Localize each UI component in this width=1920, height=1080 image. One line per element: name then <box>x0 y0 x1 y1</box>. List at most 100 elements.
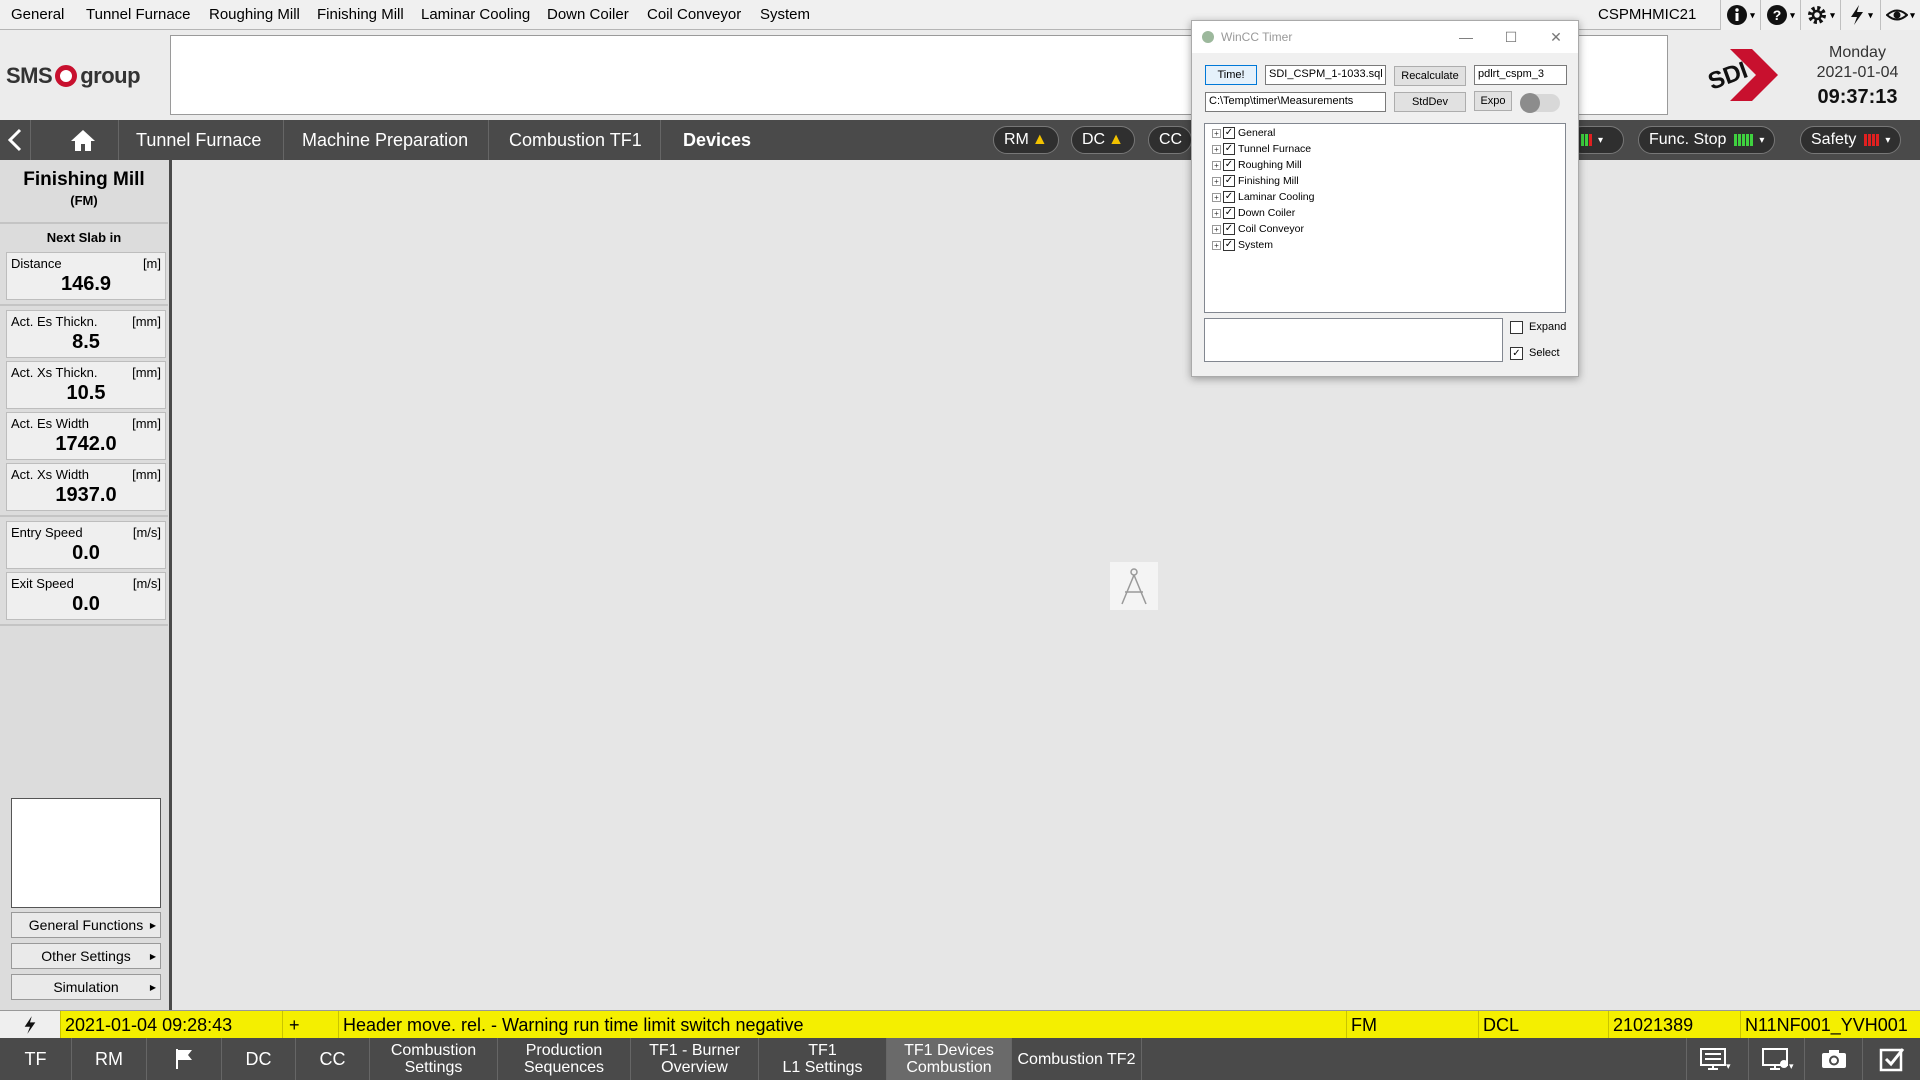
time-button[interactable]: Time! <box>1205 65 1257 85</box>
toggle-switch[interactable] <box>1520 93 1560 113</box>
alarm-unit: DCL <box>1478 1011 1608 1039</box>
cc-status-pill[interactable]: CC <box>1148 126 1192 154</box>
menu-item-system[interactable]: System <box>760 6 810 23</box>
menu-item-coil-conveyor[interactable]: Coil Conveyor <box>647 6 741 23</box>
wincc-timer-dialog: WinCC Timer — ☐ ✕ Time! SDI_CSPM_1-1033.… <box>1191 20 1579 377</box>
nav-production-sequences[interactable]: Production Sequences <box>498 1038 631 1080</box>
camera-icon[interactable] <box>1804 1038 1862 1080</box>
maximize-icon[interactable]: ☐ <box>1497 25 1525 49</box>
value-exit-speed: Exit Speed [m/s] 0.0 <box>6 572 166 620</box>
rm-status-pill[interactable]: RM ▲ <box>993 126 1059 154</box>
tree-item-system[interactable]: + ✓ System <box>1212 238 1273 252</box>
tree-item-laminar-cooling[interactable]: + ✓ Laminar Cooling <box>1212 190 1314 204</box>
nav-combustion-tf2[interactable]: Combustion TF2 <box>1012 1038 1142 1080</box>
menu-item-general[interactable]: General <box>11 6 64 23</box>
dc-status-pill[interactable]: DC ▲ <box>1071 126 1135 154</box>
eye-icon[interactable]: ▾ <box>1880 0 1920 30</box>
expo-button[interactable]: Expo <box>1474 91 1512 111</box>
panel-blank-area <box>11 798 161 908</box>
warning-icon: ▲ <box>1031 131 1048 148</box>
lightning-icon[interactable] <box>0 1011 60 1039</box>
next-slab-heading: Next Slab in <box>46 230 122 245</box>
other-settings-button[interactable]: Other Settings ▶ <box>11 943 161 969</box>
alarm-area: FM <box>1346 1011 1478 1039</box>
nav-tf1-devices-combustion[interactable]: TF1 Devices Combustion <box>887 1038 1012 1080</box>
info-icon[interactable]: ▾ <box>1720 0 1760 30</box>
minimize-icon[interactable]: — <box>1452 25 1480 49</box>
top-menu-bar: General Tunnel Furnace Roughing Mill Fin… <box>0 0 1920 30</box>
select-checkbox[interactable]: ✓ Select <box>1510 345 1560 361</box>
breadcrumb-machine-preparation[interactable]: Machine Preparation <box>302 120 468 160</box>
app-icon <box>1202 31 1214 43</box>
value-es-width: Act. Es Width [mm] 1742.0 <box>6 412 166 460</box>
tree-item-general[interactable]: + ✓ General <box>1212 126 1275 140</box>
checklist-icon[interactable] <box>1862 1038 1920 1080</box>
tree-item-down-coiler[interactable]: + ✓ Down Coiler <box>1212 206 1295 220</box>
svg-text:▾: ▾ <box>1789 1061 1794 1071</box>
back-button[interactable] <box>0 120 30 160</box>
help-icon[interactable]: ? ▾ <box>1760 0 1800 30</box>
breadcrumb-tunnel-furnace[interactable]: Tunnel Furnace <box>136 120 261 160</box>
alarm-datetime: 2021-01-04 09:28:43 <box>60 1011 282 1039</box>
expand-icon: + <box>1212 240 1221 250</box>
menu-item-finishing-mill[interactable]: Finishing Mill <box>317 6 404 23</box>
clock-day: Monday <box>1829 44 1886 61</box>
menu-item-tunnel-furnace[interactable]: Tunnel Furnace <box>86 6 191 23</box>
database-input[interactable]: pdlrt_cspm_3 <box>1474 65 1567 85</box>
area-button-dc[interactable]: DC <box>222 1038 296 1080</box>
area-button-cc[interactable]: CC <box>296 1038 370 1080</box>
checkbox-checked-icon: ✓ <box>1223 127 1235 139</box>
expand-icon: + <box>1212 144 1221 154</box>
nav-combustion-settings[interactable]: Combustion Settings <box>370 1038 498 1080</box>
home-button[interactable] <box>62 120 104 160</box>
alarm-line[interactable]: 2021-01-04 09:28:43 + Header move. rel. … <box>0 1010 1920 1039</box>
expand-checkbox[interactable]: Expand <box>1510 319 1566 335</box>
gear-icon[interactable]: ▾ <box>1800 0 1840 30</box>
alarm-state: + <box>282 1011 338 1039</box>
recalculate-button[interactable]: Recalculate <box>1394 66 1466 86</box>
clock-date: 2021-01-04 <box>1816 64 1899 81</box>
expand-icon: + <box>1212 192 1221 202</box>
svg-text:▾: ▾ <box>1726 1061 1731 1071</box>
path-input[interactable]: C:\Temp\timer\Measurements <box>1205 92 1386 112</box>
breadcrumb-devices[interactable]: Devices <box>683 120 751 160</box>
menu-item-laminar-cooling[interactable]: Laminar Cooling <box>421 6 530 23</box>
breadcrumb-combustion-tf1[interactable]: Combustion TF1 <box>509 120 642 160</box>
func-stop-pill[interactable]: Func. Stop ▾ <box>1638 126 1776 154</box>
nav-tf1-burner-overview[interactable]: TF1 - Burner Overview <box>631 1038 759 1080</box>
lightning-icon[interactable]: ▾ <box>1840 0 1880 30</box>
alarm-message: Header move. rel. - Warning run time lim… <box>338 1011 1346 1039</box>
output-textarea[interactable] <box>1204 318 1503 362</box>
tree-item-coil-conveyor[interactable]: + ✓ Coil Conveyor <box>1212 222 1304 236</box>
screen-layout-icon[interactable]: ▾ <box>1686 1038 1744 1080</box>
simulation-button[interactable]: Simulation ▶ <box>11 974 161 1000</box>
nav-tf1-l1-settings[interactable]: TF1 L1 Settings <box>759 1038 887 1080</box>
sql-file-input[interactable]: SDI_CSPM_1-1033.sql <box>1265 65 1386 85</box>
compass-placeholder-icon <box>1110 562 1158 610</box>
close-icon[interactable]: ✕ <box>1542 25 1570 49</box>
tree-item-finishing-mill[interactable]: + ✓ Finishing Mill <box>1212 174 1299 188</box>
general-functions-button[interactable]: General Functions ▶ <box>11 912 161 938</box>
safety-pill[interactable]: Safety ▾ <box>1800 126 1902 154</box>
expand-icon: + <box>1212 176 1221 186</box>
sms-group-logo: SMS group <box>6 63 141 88</box>
tree-item-tunnel-furnace[interactable]: + ✓ Tunnel Furnace <box>1212 142 1311 156</box>
dialog-titlebar[interactable]: WinCC Timer — ☐ ✕ <box>1192 21 1578 53</box>
monitor-settings-icon[interactable]: ▾ <box>1748 1038 1806 1080</box>
menu-item-roughing-mill[interactable]: Roughing Mill <box>209 6 300 23</box>
alarm-tag: N11NF001_YVH001 <box>1740 1011 1920 1039</box>
panel-title: Finishing Mill <box>23 169 145 190</box>
checkbox-checked-icon: ✓ <box>1223 159 1235 171</box>
checkbox-unchecked-icon <box>1510 320 1523 334</box>
area-button-rm[interactable]: RM <box>72 1038 147 1080</box>
flag-button[interactable] <box>147 1038 222 1080</box>
checkbox-checked-icon: ✓ <box>1223 175 1235 187</box>
chevron-right-icon: ▶ <box>149 920 156 930</box>
flag-icon <box>176 1049 192 1069</box>
stddev-button[interactable]: StdDev <box>1394 92 1466 112</box>
menu-item-down-coiler[interactable]: Down Coiler <box>547 6 629 23</box>
area-button-tf[interactable]: TF <box>0 1038 72 1080</box>
status-bars-icon <box>1734 134 1754 146</box>
tree-item-roughing-mill[interactable]: + ✓ Roughing Mill <box>1212 158 1302 172</box>
value-entry-speed: Entry Speed [m/s] 0.0 <box>6 521 166 569</box>
